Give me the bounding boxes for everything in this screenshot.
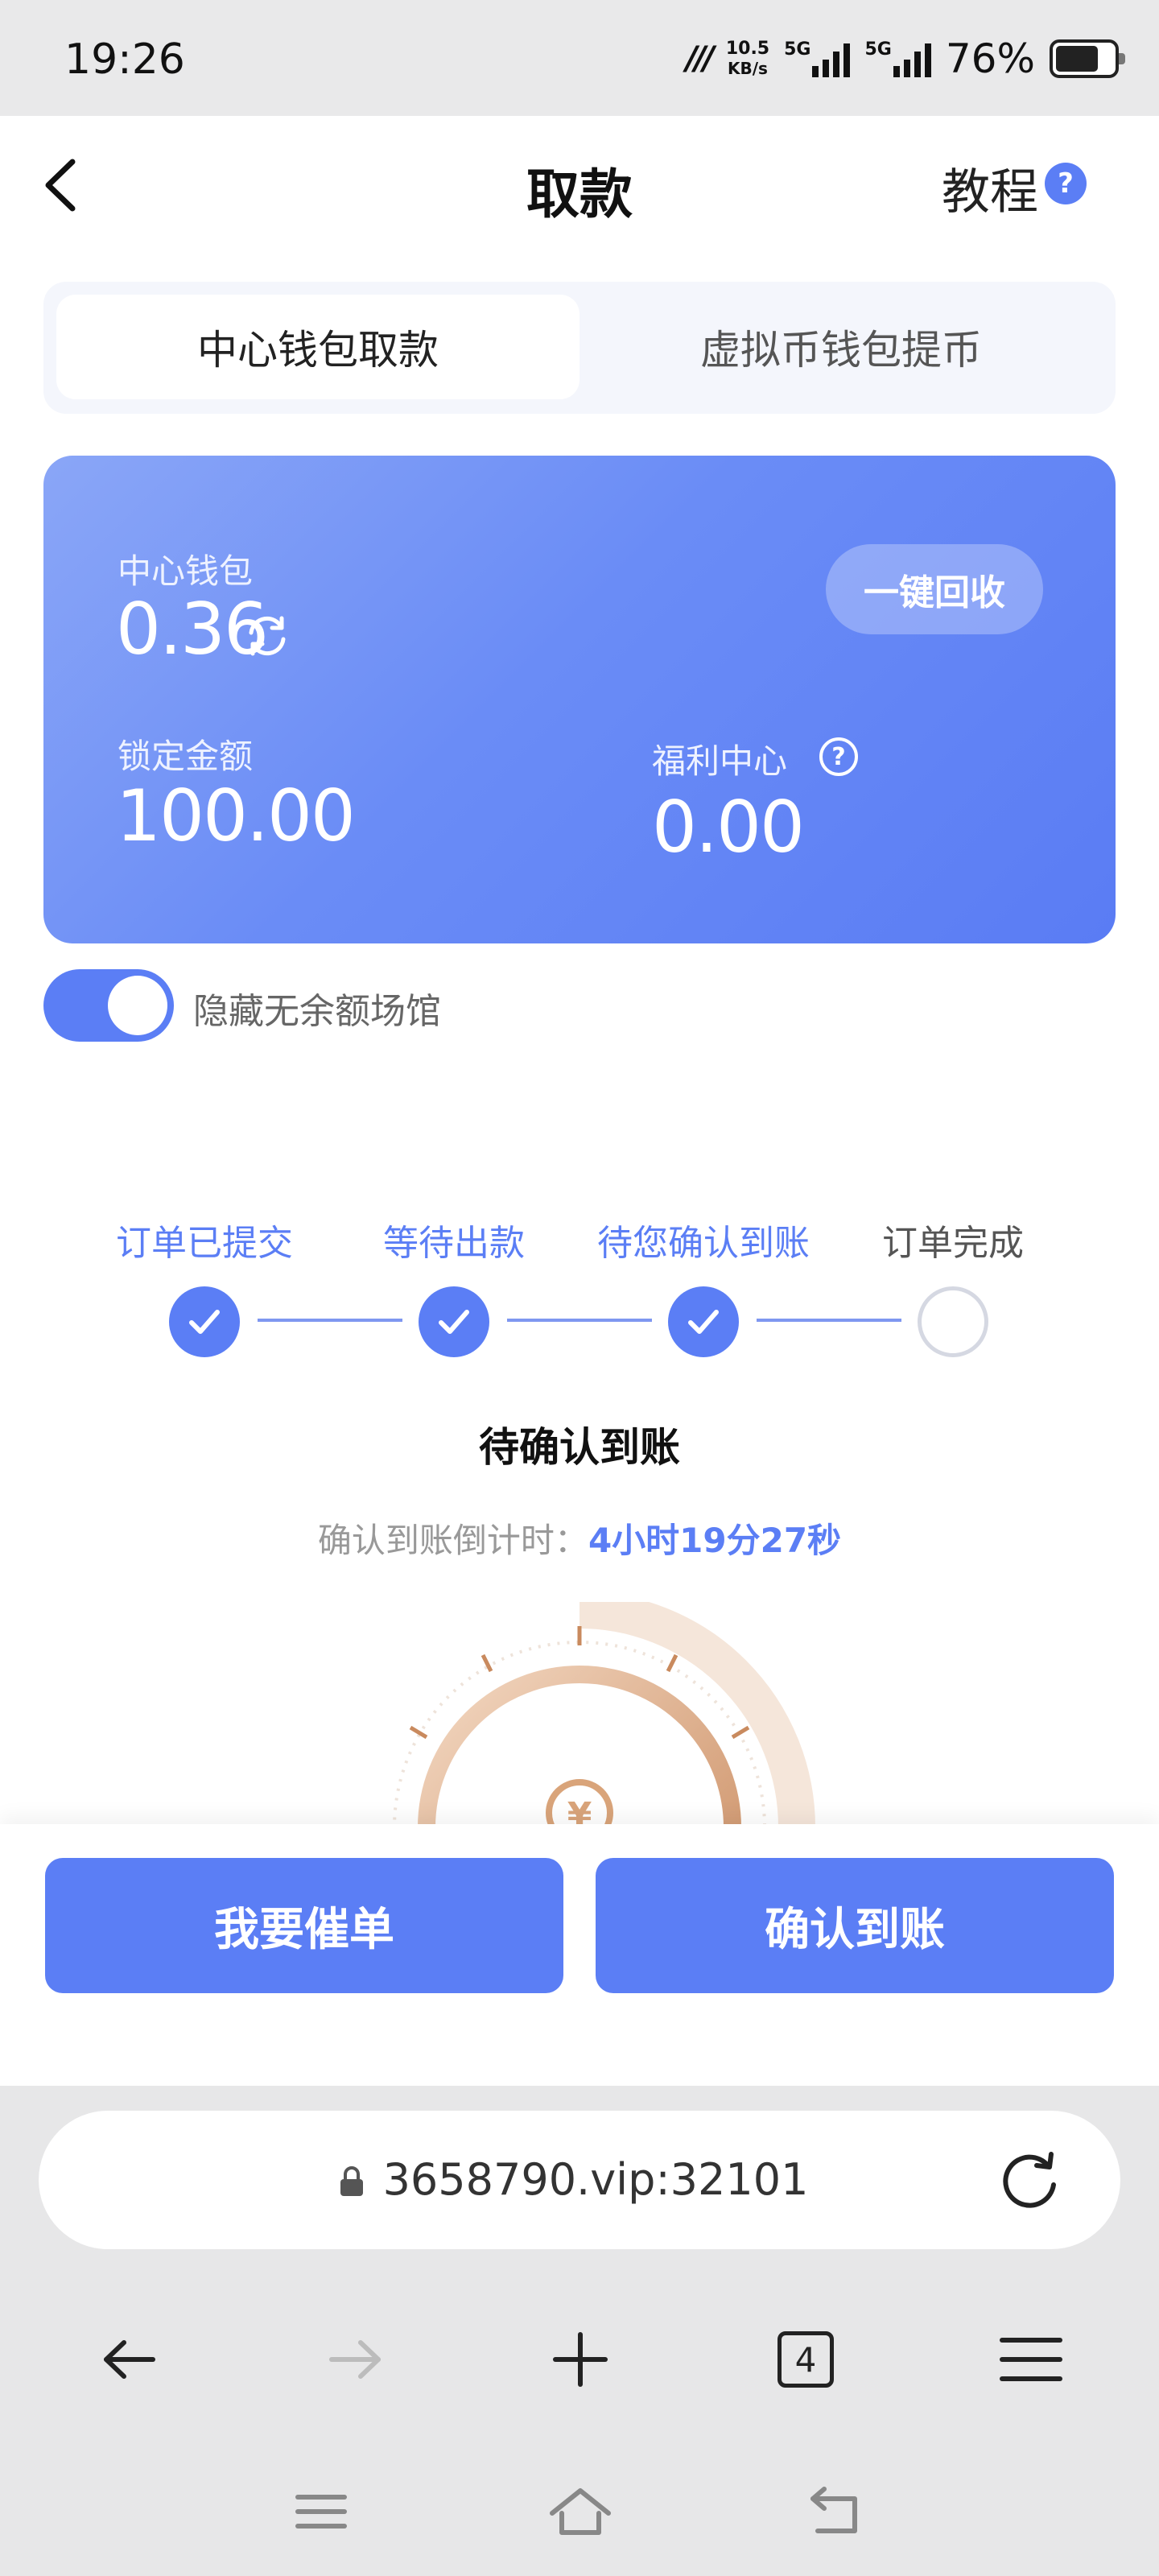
question-circle-icon[interactable]: ? — [819, 737, 858, 776]
hd-icon: /// — [686, 40, 715, 77]
signal-2: 5G — [864, 40, 931, 77]
status-time: 19:26 — [64, 35, 185, 84]
refresh-icon[interactable] — [241, 610, 293, 662]
tab-center-wallet[interactable]: 中心钱包取款 — [56, 295, 580, 399]
browser-forward-icon[interactable] — [319, 2323, 391, 2396]
reload-icon[interactable] — [995, 2146, 1064, 2215]
hide-empty-label: 隐藏无余额场馆 — [193, 991, 441, 1032]
system-menu-icon[interactable] — [285, 2475, 357, 2547]
countdown-value: 4小时19分27秒 — [588, 1521, 842, 1560]
system-home-icon[interactable] — [544, 2475, 617, 2547]
welfare-center-value: 0.00 — [652, 786, 805, 869]
confirm-received-button[interactable]: 确认到账 — [596, 1858, 1114, 1993]
tab-switcher-button[interactable]: 4 — [769, 2323, 842, 2396]
help-icon[interactable]: ? — [1045, 163, 1087, 204]
check-icon — [688, 1310, 719, 1334]
step-done-2 — [419, 1286, 489, 1357]
tab-count: 4 — [777, 2331, 834, 2388]
step-connector — [507, 1319, 652, 1322]
battery-icon — [1050, 39, 1125, 78]
step-label-confirm: 待您确认到账 — [597, 1223, 810, 1264]
battery-percent: 76% — [945, 35, 1035, 82]
check-icon — [439, 1310, 469, 1334]
step-connector — [757, 1319, 901, 1322]
timer-dial-illustration: ¥ — [346, 1602, 829, 1827]
hide-empty-toggle[interactable] — [43, 969, 174, 1042]
new-tab-icon[interactable] — [544, 2323, 617, 2396]
signal-1: 5G — [784, 40, 851, 77]
signal-bars-icon — [812, 40, 851, 77]
menu-icon[interactable] — [995, 2323, 1067, 2396]
center-wallet-label: 中心钱包 — [118, 551, 254, 591]
locked-amount-value: 100.00 — [116, 774, 356, 857]
urge-order-button[interactable]: 我要催单 — [45, 1858, 563, 1993]
status-title: 待确认到账 — [479, 1424, 680, 1471]
step-label-waiting: 等待出款 — [383, 1223, 525, 1264]
step-pending-4 — [918, 1286, 988, 1357]
step-label-complete: 订单完成 — [882, 1223, 1024, 1264]
check-icon — [189, 1310, 220, 1334]
step-label-submitted: 订单已提交 — [116, 1223, 293, 1264]
countdown: 确认到账倒计时：4小时19分27秒 — [317, 1521, 842, 1560]
step-connector — [258, 1319, 402, 1322]
status-icons: /// 10.5 KB/s 5G 5G 76% — [686, 35, 1125, 82]
step-done-1 — [169, 1286, 240, 1357]
locked-amount-label: 锁定金额 — [118, 737, 254, 776]
welfare-center-label: 福利中心 — [652, 741, 788, 781]
signal-bars-icon — [893, 40, 931, 77]
url-text[interactable]: 3658790.vip:32101 — [0, 2154, 1159, 2205]
wallet-card — [43, 456, 1116, 943]
browser-back-icon[interactable] — [93, 2323, 166, 2396]
net-speed: 10.5 KB/s — [725, 39, 770, 79]
recover-all-button[interactable]: 一键回收 — [826, 544, 1043, 634]
step-done-3 — [668, 1286, 739, 1357]
svg-text:¥: ¥ — [567, 1795, 592, 1827]
tutorial-link[interactable]: 教程 — [942, 153, 1038, 223]
tab-crypto-wallet[interactable]: 虚拟币钱包提币 — [580, 295, 1103, 399]
system-back-icon[interactable] — [802, 2475, 874, 2547]
